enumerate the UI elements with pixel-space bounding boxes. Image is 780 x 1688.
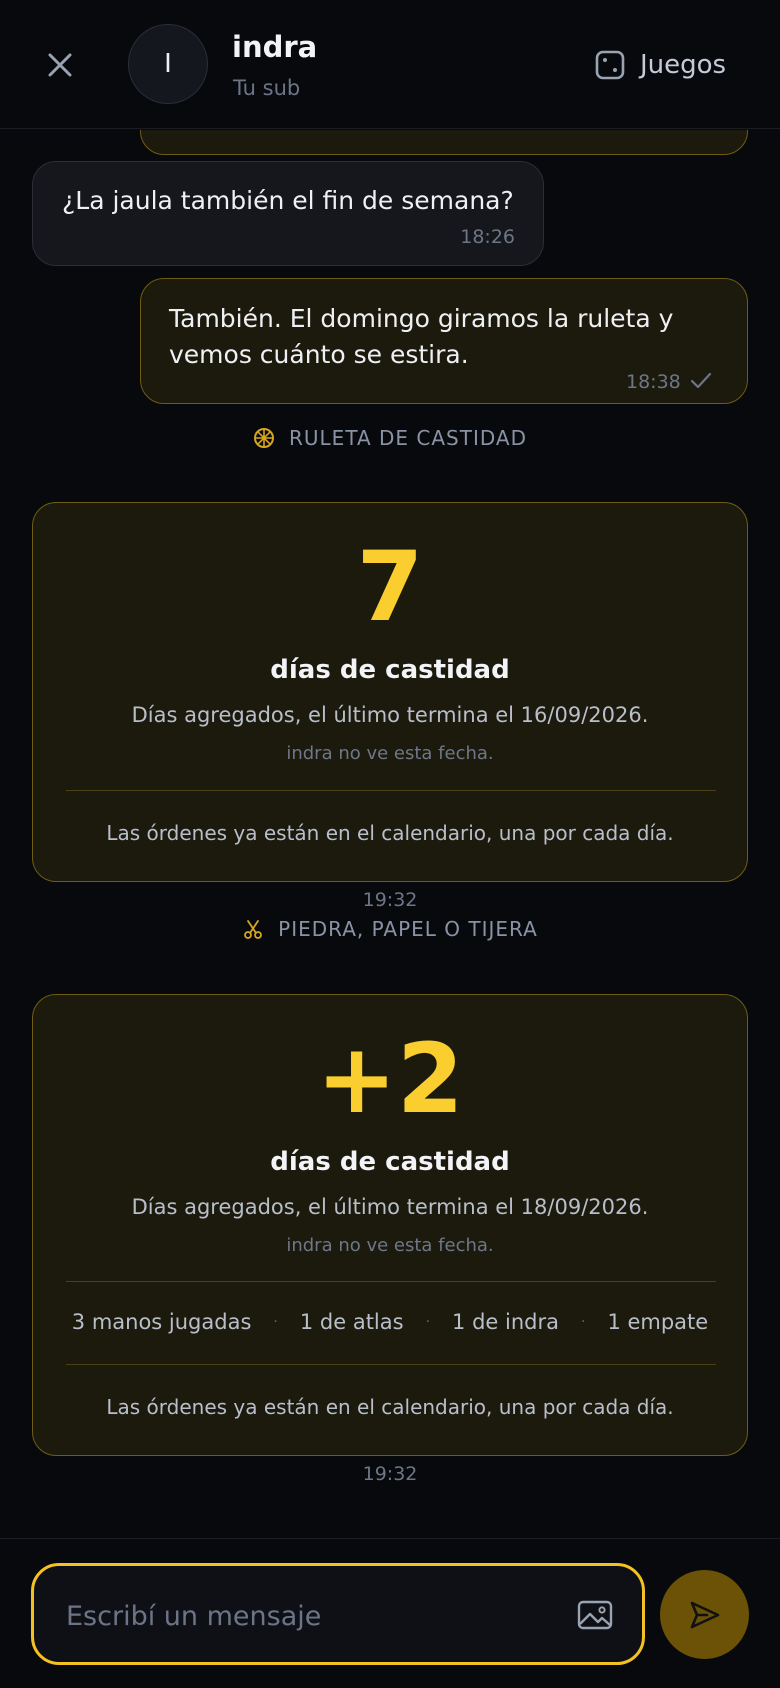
- message-composer: [0, 1538, 780, 1688]
- games-label: Juegos: [640, 50, 727, 80]
- result-note: indra no ve esta fecha.: [286, 1235, 494, 1256]
- message-input[interactable]: [66, 1594, 546, 1638]
- close-icon: [48, 53, 72, 77]
- game-label-text: RULETA DE CASTIDAD: [289, 426, 527, 450]
- message-bubble-incoming[interactable]: ¿La jaula también el fin de semana? 18:2…: [32, 161, 544, 266]
- game-result-card[interactable]: 7 días de castidad Días agregados, el úl…: [32, 502, 748, 882]
- scissors-icon: [244, 920, 263, 939]
- chat-screen: I indra Tu sub Juegos ¿La jaula también …: [0, 0, 780, 1688]
- check-icon: [690, 372, 712, 389]
- message-text: ¿La jaula también el fin de semana?: [62, 186, 514, 215]
- result-value: +2: [316, 1023, 464, 1135]
- divider: [66, 1364, 716, 1365]
- card-time: 19:32: [362, 1463, 418, 1485]
- separator-dot: ·: [273, 1314, 278, 1330]
- message-input-box[interactable]: [31, 1563, 645, 1665]
- avatar[interactable]: I: [128, 24, 208, 104]
- stat-ties: 1 empate: [607, 1310, 709, 1334]
- message-bubble-outgoing-partial: [140, 130, 748, 155]
- message-time: 18:38: [626, 371, 681, 393]
- separator-dot: ·: [425, 1314, 431, 1330]
- game-result-card[interactable]: +2 días de castidad Días agregados, el ú…: [32, 994, 748, 1456]
- divider: [66, 1281, 716, 1282]
- result-value: 7: [356, 531, 424, 643]
- message-feed[interactable]: ¿La jaula también el fin de semana? 18:2…: [0, 130, 780, 1537]
- result-footer: Las órdenes ya están en el calendario, u…: [106, 821, 674, 845]
- divider: [66, 790, 716, 791]
- contact-name: indra: [232, 30, 318, 64]
- result-unit-title: días de castidad: [270, 655, 510, 685]
- result-description: Días agregados, el último termina el 18/…: [131, 1195, 649, 1219]
- avatar-initial: I: [164, 49, 172, 79]
- attach-image-button[interactable]: [575, 1595, 615, 1635]
- close-button[interactable]: [40, 45, 80, 85]
- result-unit-title: días de castidad: [270, 1147, 510, 1177]
- stat-indra-wins: 1 de indra: [452, 1310, 559, 1334]
- result-note: indra no ve esta fecha.: [286, 743, 494, 764]
- chat-header: I indra Tu sub Juegos: [0, 0, 780, 129]
- games-button[interactable]: Juegos: [594, 44, 726, 86]
- separator-dot: ·: [580, 1314, 586, 1330]
- game-stats: 3 manos jugadas · 1 de atlas · 1 de indr…: [33, 1310, 747, 1334]
- message-time: 18:26: [460, 226, 515, 248]
- stat-hands-played: 3 manos jugadas: [71, 1310, 252, 1334]
- result-footer: Las órdenes ya están en el calendario, u…: [106, 1395, 674, 1419]
- wheel-icon: [254, 428, 274, 448]
- image-icon: [577, 1600, 613, 1630]
- message-text: También. El domingo giramos la ruleta y …: [169, 304, 674, 369]
- game-label-rps: PIEDRA, PAPEL O TIJERA: [0, 917, 780, 941]
- send-button[interactable]: [660, 1570, 749, 1659]
- stat-atlas-wins: 1 de atlas: [299, 1310, 404, 1334]
- card-time: 19:32: [362, 889, 418, 911]
- game-label-text: PIEDRA, PAPEL O TIJERA: [278, 917, 538, 941]
- game-label-roulette: RULETA DE CASTIDAD: [0, 426, 780, 450]
- dice-icon: [595, 50, 625, 80]
- contact-subtitle: Tu sub: [233, 76, 301, 100]
- result-description: Días agregados, el último termina el 16/…: [131, 703, 649, 727]
- send-icon: [690, 1601, 719, 1628]
- message-bubble-outgoing[interactable]: También. El domingo giramos la ruleta y …: [140, 278, 748, 404]
